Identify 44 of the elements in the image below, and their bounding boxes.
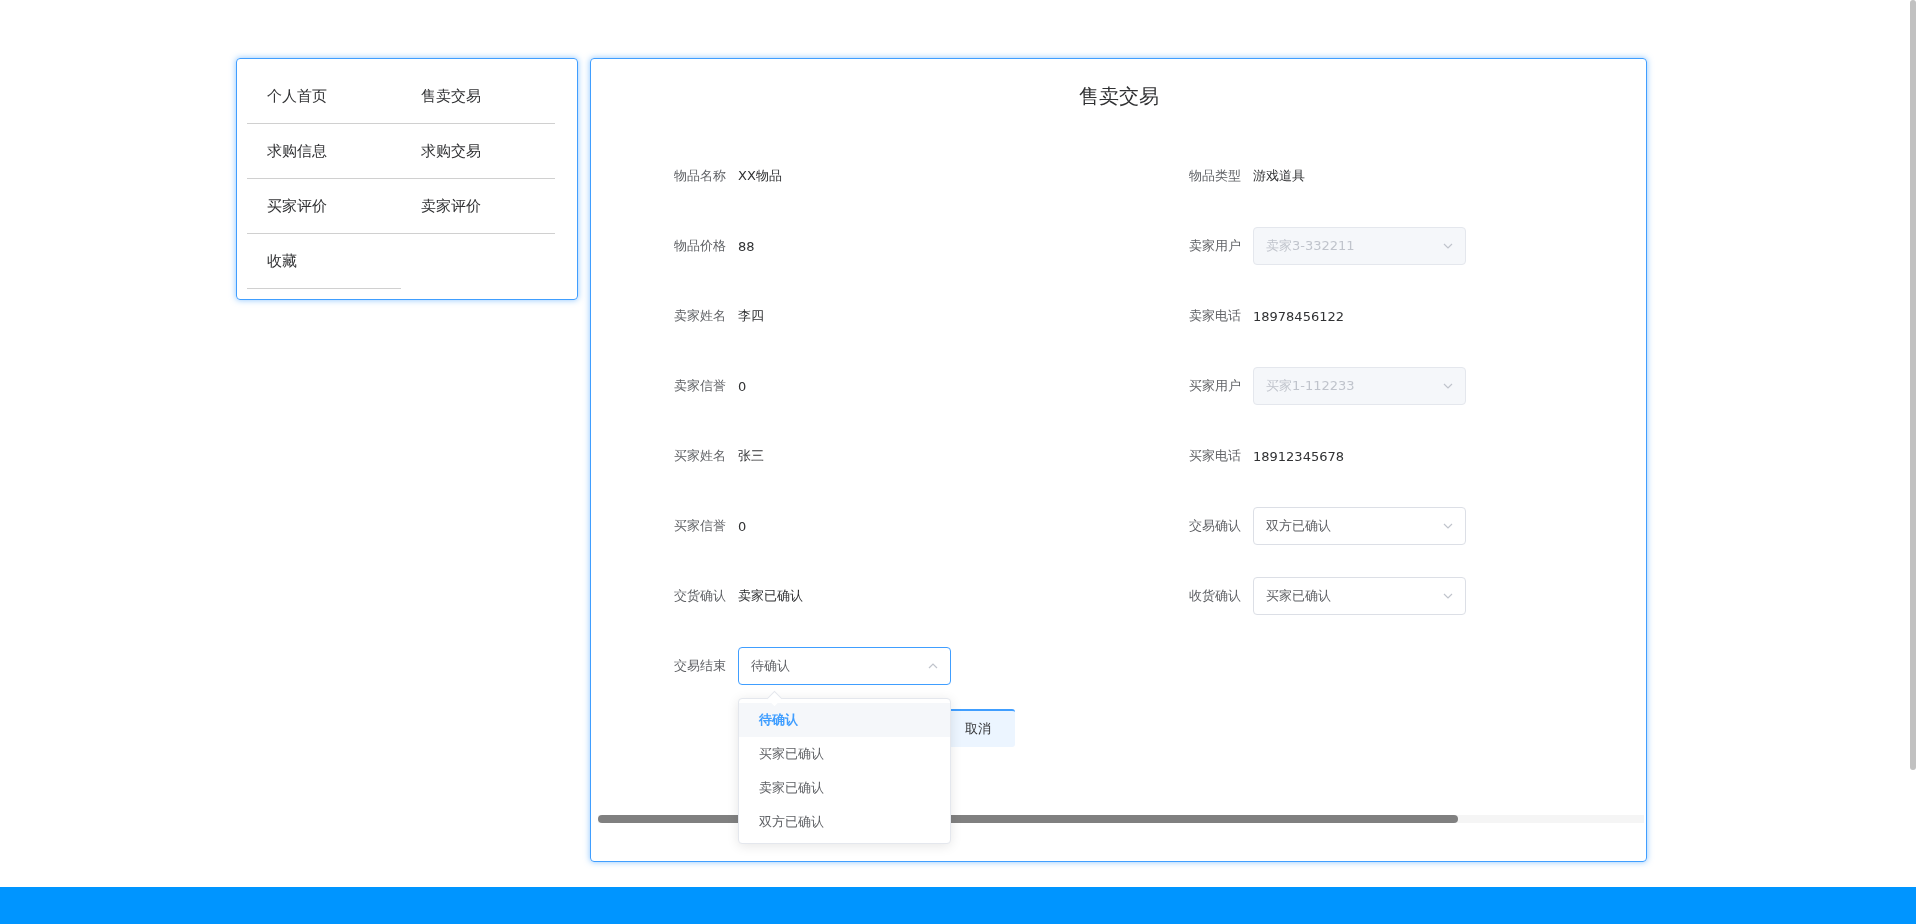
field-value: 88: [738, 238, 755, 254]
menu-item[interactable]: 卖家评价: [401, 179, 555, 234]
field-label: 卖家用户: [1188, 237, 1242, 255]
field-label: 买家姓名: [673, 447, 727, 465]
field-label: 交易确认: [1188, 517, 1242, 535]
field-label: 买家电话: [1188, 447, 1242, 465]
select-field[interactable]: 待确认: [738, 647, 951, 685]
chevron-icon: [928, 663, 938, 669]
form-title: 售卖交易: [1077, 83, 1160, 110]
chevron-icon: [1443, 243, 1453, 249]
field-value: 0: [738, 518, 747, 534]
field-value: 18978456122: [1253, 308, 1344, 324]
menu-item[interactable]: 收藏: [247, 234, 401, 289]
dropdown-option[interactable]: 双方已确认: [739, 805, 950, 839]
field-label: 交易结束: [673, 657, 727, 675]
dropdown-option[interactable]: 卖家已确认: [739, 771, 950, 805]
field-label: 买家用户: [1188, 377, 1242, 395]
chevron-icon: [1443, 523, 1453, 529]
field-label: 收货确认: [1188, 587, 1242, 605]
field-label: 买家信誉: [673, 517, 727, 535]
field-value: 游戏道具: [1253, 167, 1305, 185]
menu-item[interactable]: 买家评价: [247, 179, 401, 234]
field-label: 卖家电话: [1188, 307, 1242, 325]
field-value: 李四: [738, 307, 764, 325]
menu-item[interactable]: 售卖交易: [401, 69, 555, 124]
chevron-icon: [1443, 593, 1453, 599]
field-label: 卖家信誉: [673, 377, 727, 395]
field-label: 交货确认: [673, 587, 727, 605]
menu-item[interactable]: 求购信息: [247, 124, 401, 179]
field-label: 物品价格: [673, 237, 727, 255]
vertical-scrollbar[interactable]: [1910, 0, 1916, 770]
menu-item[interactable]: 求购交易: [401, 124, 555, 179]
field-value: 0: [738, 378, 747, 394]
select-field[interactable]: 双方已确认: [1253, 507, 1466, 545]
chevron-icon: [1443, 383, 1453, 389]
field-value: XX物品: [738, 167, 782, 185]
field-label: 卖家姓名: [673, 307, 727, 325]
field-value: 18912345678: [1253, 448, 1344, 464]
field-value: 卖家已确认: [738, 587, 803, 605]
select-field[interactable]: 买家已确认: [1253, 577, 1466, 615]
field-label: 物品名称: [673, 167, 727, 185]
menu-item[interactable]: 个人首页: [247, 69, 401, 124]
field-label: 物品类型: [1188, 167, 1242, 185]
field-value: 张三: [738, 447, 764, 465]
